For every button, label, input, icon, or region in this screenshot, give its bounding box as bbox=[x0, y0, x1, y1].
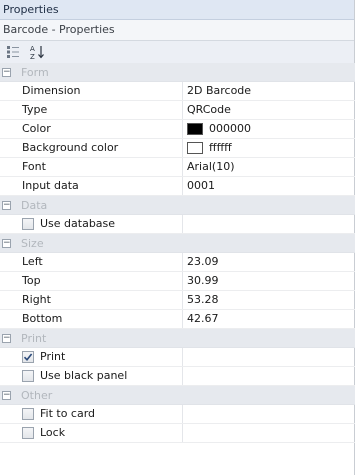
collapse-icon[interactable]: − bbox=[2, 200, 11, 210]
property-name: Use black panel bbox=[0, 367, 183, 385]
property-value[interactable]: 53.28 bbox=[183, 291, 355, 309]
panel-title: Properties bbox=[0, 0, 354, 20]
property-value-color[interactable]: 000000 bbox=[183, 120, 355, 138]
property-name: Fit to card bbox=[0, 405, 183, 423]
svg-text:A: A bbox=[30, 45, 35, 53]
checkbox-label: Print bbox=[40, 350, 66, 363]
property-row-print[interactable]: Print bbox=[0, 348, 355, 367]
property-row-fit-to-card[interactable]: Fit to card bbox=[0, 405, 355, 424]
category-label: Size bbox=[21, 236, 44, 250]
category-label: Data bbox=[21, 198, 48, 212]
category-other[interactable]: − Other bbox=[0, 386, 355, 405]
property-row-left[interactable]: Left 23.09 bbox=[0, 253, 355, 272]
checkbox-label: Use database bbox=[40, 217, 116, 230]
property-value[interactable]: 23.09 bbox=[183, 253, 355, 271]
property-value-background-color[interactable]: ffffff bbox=[183, 139, 355, 157]
property-value[interactable]: Arial(10) bbox=[183, 158, 355, 176]
category-print[interactable]: − Print bbox=[0, 329, 355, 348]
collapse-icon[interactable]: − bbox=[2, 390, 11, 400]
color-swatch bbox=[187, 123, 203, 135]
property-value[interactable]: 30.99 bbox=[183, 272, 355, 290]
property-value bbox=[183, 215, 355, 233]
property-row-dimension[interactable]: Dimension 2D Barcode bbox=[0, 82, 355, 101]
property-value bbox=[183, 424, 355, 442]
property-row-background-color[interactable]: Background color ffffff bbox=[0, 139, 355, 158]
sort-alphabetical-icon[interactable]: A Z bbox=[28, 43, 46, 61]
checkbox-label: Lock bbox=[40, 426, 66, 439]
property-row-use-black-panel[interactable]: Use black panel bbox=[0, 367, 355, 386]
property-row-type[interactable]: Type QRCode bbox=[0, 101, 355, 120]
category-data[interactable]: − Data bbox=[0, 196, 355, 215]
property-row-use-database[interactable]: Use database bbox=[0, 215, 355, 234]
property-name: Use database bbox=[0, 215, 183, 233]
property-name: Bottom bbox=[0, 310, 183, 328]
svg-text:Z: Z bbox=[30, 53, 35, 60]
checkbox-label: Fit to card bbox=[40, 407, 96, 420]
use-black-panel-checkbox[interactable] bbox=[22, 370, 34, 382]
property-row-font[interactable]: Font Arial(10) bbox=[0, 158, 355, 177]
category-label: Other bbox=[21, 388, 53, 402]
property-name: Dimension bbox=[0, 82, 183, 100]
property-value bbox=[183, 367, 355, 385]
use-database-checkbox[interactable] bbox=[22, 218, 34, 230]
property-name: Right bbox=[0, 291, 183, 309]
property-name: Font bbox=[0, 158, 183, 176]
properties-panel: Properties Barcode - Properties A Z − Fo… bbox=[0, 0, 355, 475]
collapse-icon[interactable]: − bbox=[2, 67, 11, 77]
toolbar: A Z bbox=[0, 41, 354, 64]
lock-checkbox[interactable] bbox=[22, 427, 34, 439]
color-value: 000000 bbox=[209, 122, 251, 135]
property-name: Print bbox=[0, 348, 183, 366]
property-name: Color bbox=[0, 120, 183, 138]
property-name: Top bbox=[0, 272, 183, 290]
property-row-lock[interactable]: Lock bbox=[0, 424, 355, 443]
property-value[interactable]: 2D Barcode bbox=[183, 82, 355, 100]
check-icon bbox=[23, 353, 33, 362]
checkbox-label: Use black panel bbox=[40, 369, 128, 382]
category-label: Print bbox=[21, 331, 47, 345]
property-name: Left bbox=[0, 253, 183, 271]
property-row-right[interactable]: Right 53.28 bbox=[0, 291, 355, 310]
property-grid: − Form Dimension 2D Barcode Type QRCode … bbox=[0, 63, 355, 443]
collapse-icon[interactable]: − bbox=[2, 333, 11, 343]
property-row-input-data[interactable]: Input data 0001 bbox=[0, 177, 355, 196]
color-swatch bbox=[187, 142, 203, 154]
property-row-color[interactable]: Color 000000 bbox=[0, 120, 355, 139]
color-value: ffffff bbox=[209, 141, 232, 154]
category-form[interactable]: − Form bbox=[0, 63, 355, 82]
category-label: Form bbox=[21, 65, 49, 79]
property-value[interactable]: 0001 bbox=[183, 177, 355, 195]
property-row-bottom[interactable]: Bottom 42.67 bbox=[0, 310, 355, 329]
print-checkbox[interactable] bbox=[22, 351, 34, 363]
property-name: Input data bbox=[0, 177, 183, 195]
property-name: Background color bbox=[0, 139, 183, 157]
property-name: Lock bbox=[0, 424, 183, 442]
property-value[interactable]: 42.67 bbox=[183, 310, 355, 328]
property-value bbox=[183, 405, 355, 423]
collapse-icon[interactable]: − bbox=[2, 238, 11, 248]
categorized-icon[interactable] bbox=[4, 43, 22, 61]
property-name: Type bbox=[0, 101, 183, 119]
property-value bbox=[183, 348, 355, 366]
fit-to-card-checkbox[interactable] bbox=[22, 408, 34, 420]
property-value[interactable]: QRCode bbox=[183, 101, 355, 119]
property-row-top[interactable]: Top 30.99 bbox=[0, 272, 355, 291]
object-selector[interactable]: Barcode - Properties bbox=[0, 20, 354, 41]
category-size[interactable]: − Size bbox=[0, 234, 355, 253]
